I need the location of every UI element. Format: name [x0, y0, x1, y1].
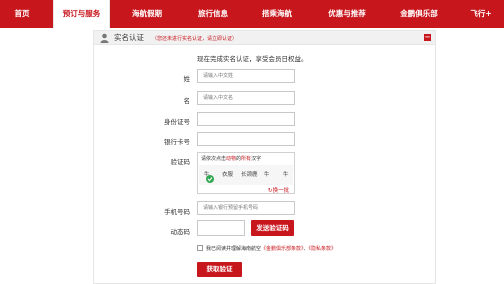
- phone-input[interactable]: [197, 201, 295, 215]
- nav-offers[interactable]: 优惠与推荐: [316, 0, 378, 28]
- panel-header: 实名认证 （您还未进行实名认证，请立即认证） −: [94, 31, 435, 45]
- panel-title: 实名认证: [114, 33, 144, 42]
- agreement: 我已阅读并理解海南航空《金鹏俱乐部条款》、《隐私条款》: [197, 245, 336, 252]
- send-otp-button[interactable]: 发送验证码: [251, 220, 294, 236]
- nav-home[interactable]: 首页: [0, 0, 44, 28]
- bank-card-input[interactable]: [197, 132, 295, 146]
- nav-fortune-wings-club[interactable]: 金鹏俱乐部: [388, 0, 450, 28]
- check-icon: [206, 175, 214, 183]
- surname-label: 姓: [183, 75, 191, 83]
- surname-input[interactable]: [197, 69, 295, 83]
- privacy-terms-link[interactable]: 《隐私条款》: [309, 246, 337, 252]
- captcha-instruction: 请依次点击动物的所有汉字: [201, 156, 262, 162]
- auth-tip: （您还未进行实名认证，请立即认证）: [152, 36, 238, 42]
- nav-fly-hna[interactable]: 搭乘海航: [250, 0, 304, 28]
- club-terms-link[interactable]: 《金鹏俱乐部条款》: [261, 246, 304, 252]
- captcha-char[interactable]: 衣服: [222, 170, 233, 178]
- nav-hna-holidays[interactable]: 海航假期: [120, 0, 174, 28]
- id-card-label: 身份证号: [164, 118, 190, 126]
- given-name-label: 名: [183, 97, 191, 105]
- phone-label: 手机号码: [164, 208, 190, 216]
- captcha-label: 验证码: [170, 158, 191, 166]
- id-card-input[interactable]: [197, 112, 295, 126]
- user-icon: [100, 33, 109, 43]
- captcha-char[interactable]: 牛: [264, 170, 270, 178]
- get-verification-button[interactable]: 获取验证: [197, 262, 242, 277]
- top-navigation: 首页 预订与服务 海航假期 旅行信息 搭乘海航 优惠与推荐 金鹏俱乐部 飞行+: [0, 0, 504, 28]
- captcha-char[interactable]: 牛: [283, 170, 289, 178]
- intro-text: 现在完成实名认证，享受会员日权益。: [197, 55, 308, 63]
- nav-travel-info[interactable]: 旅行信息: [186, 0, 240, 28]
- nav-fly-plus[interactable]: 飞行+: [458, 0, 504, 28]
- given-name-input[interactable]: [197, 91, 295, 105]
- nav-booking-services[interactable]: 预订与服务: [53, 0, 110, 28]
- bank-card-label: 银行卡号: [164, 138, 190, 146]
- captcha-widget: 请依次点击动物的所有汉字 牛 衣服 长颈鹿 牛 牛 ↻换一批: [197, 152, 295, 194]
- agree-checkbox[interactable]: [197, 245, 203, 251]
- captcha-refresh[interactable]: ↻换一批: [268, 186, 289, 194]
- collapse-icon[interactable]: −: [424, 34, 431, 41]
- captcha-char[interactable]: 长颈鹿: [241, 170, 258, 178]
- captcha-image[interactable]: 牛 衣服 长颈鹿 牛 牛: [199, 165, 293, 185]
- otp-label: 动态码: [170, 228, 191, 236]
- otp-input[interactable]: [197, 220, 245, 236]
